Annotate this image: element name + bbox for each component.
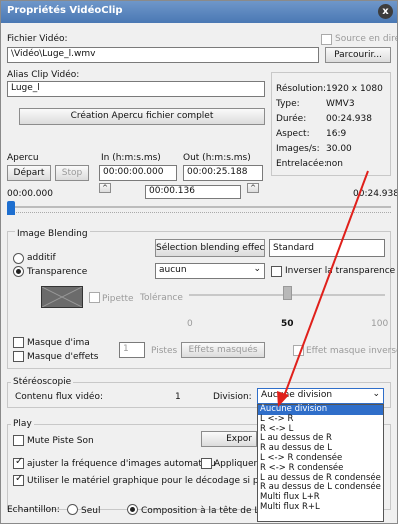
video-clip-properties-window: Propriétés VidéoClip x Fichier Vidéo: So… [0, 0, 398, 524]
annotation-arrow-icon [277, 170, 369, 407]
